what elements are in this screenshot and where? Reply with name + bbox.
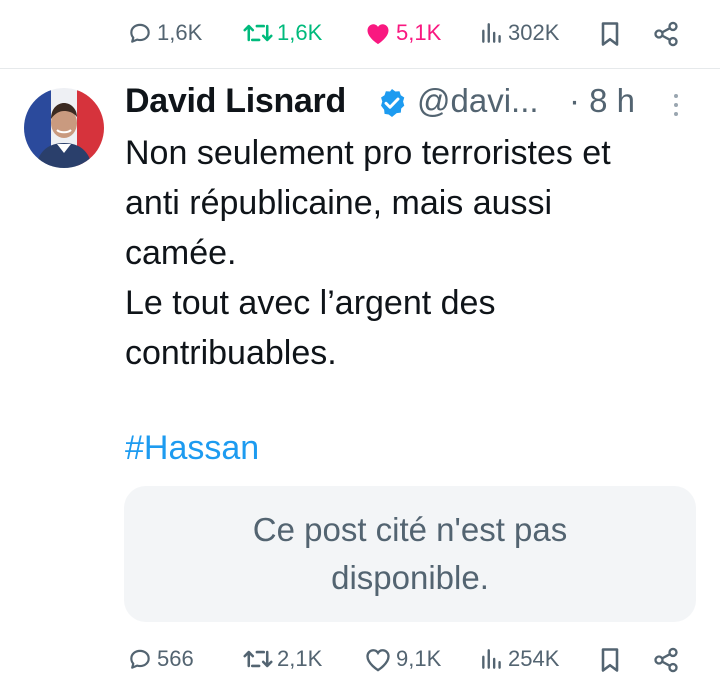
- reply-button-top[interactable]: 1,6K: [127, 20, 202, 46]
- reply-count: 566: [157, 646, 194, 671]
- author-handle[interactable]: @davi...: [417, 82, 539, 120]
- repost-count: 2,1K: [277, 646, 323, 671]
- repost-count: 1,6K: [277, 20, 323, 45]
- tweet-timestamp[interactable]: · 8 h: [569, 82, 635, 120]
- top-action-bar: 1,6K 1,6K 5,1K 302K: [0, 12, 720, 56]
- views-button[interactable]: 254K: [480, 646, 559, 672]
- bookmark-icon: [598, 646, 622, 674]
- views-icon: [480, 20, 504, 46]
- tweet-header: David Lisnard @davi... · 8 h: [125, 78, 695, 124]
- hashtag-link[interactable]: #Hassan: [125, 423, 259, 473]
- repost-button[interactable]: 2,1K: [243, 646, 322, 672]
- reply-icon: [127, 20, 153, 46]
- share-button[interactable]: [652, 646, 680, 674]
- more-icon[interactable]: [668, 91, 684, 126]
- bookmark-icon: [598, 20, 622, 48]
- share-button-top[interactable]: [652, 20, 680, 48]
- quote-unavailable-card: Ce post cité n'est pas disponible.: [124, 486, 696, 622]
- repost-button-top[interactable]: 1,6K: [243, 20, 322, 46]
- views-button-top[interactable]: 302K: [480, 20, 559, 46]
- tweet-text: Non seulement pro terroristes et anti ré…: [125, 134, 611, 372]
- like-icon: [364, 646, 392, 672]
- quote-unavailable-text: Ce post cité n'est pas disponible.: [252, 511, 568, 596]
- like-icon: [364, 20, 392, 46]
- avatar[interactable]: [24, 88, 104, 168]
- views-count: 254K: [508, 646, 560, 671]
- reply-count: 1,6K: [157, 20, 203, 45]
- repost-icon: [243, 20, 273, 46]
- views-count: 302K: [508, 20, 560, 45]
- share-icon: [652, 20, 680, 48]
- bookmark-button[interactable]: [598, 646, 622, 674]
- like-button[interactable]: 9,1K: [364, 646, 441, 672]
- share-icon: [652, 646, 680, 674]
- reply-button[interactable]: 566: [127, 646, 194, 672]
- tweet-divider: [0, 68, 720, 69]
- bookmark-button-top[interactable]: [598, 20, 622, 48]
- bottom-action-bar: 566 2,1K 9,1K 254K: [0, 638, 720, 682]
- repost-icon: [243, 646, 273, 672]
- like-count: 5,1K: [396, 20, 442, 45]
- views-icon: [480, 646, 504, 672]
- like-count: 9,1K: [396, 646, 442, 671]
- author-name[interactable]: David Lisnard: [125, 82, 346, 121]
- verified-badge-icon: [376, 87, 408, 124]
- like-button-top[interactable]: 5,1K: [364, 20, 441, 46]
- reply-icon: [127, 646, 153, 672]
